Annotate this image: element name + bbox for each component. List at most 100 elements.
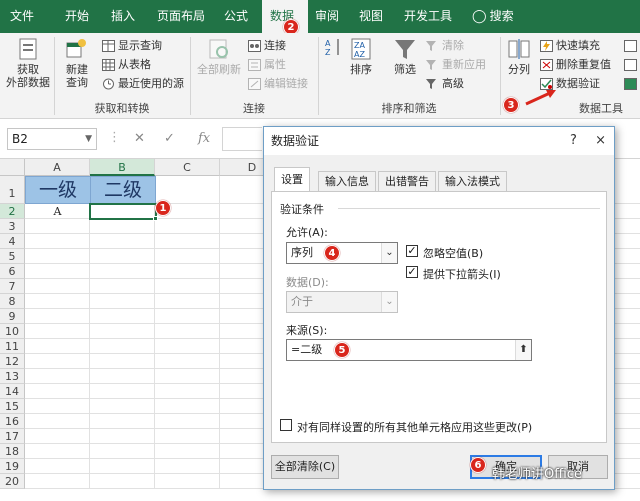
watermark-text: 韩老师讲Office <box>492 467 582 482</box>
formula-input[interactable] <box>222 127 262 151</box>
grid-column-line <box>219 176 220 489</box>
source-input[interactable]: =二级 ⬆ <box>286 339 532 361</box>
row-header[interactable]: 17 <box>0 429 25 444</box>
tab-home[interactable]: 开始 <box>65 0 89 33</box>
refresh-icon <box>209 39 228 59</box>
cell-a2[interactable]: A <box>25 204 90 219</box>
get-external-data-button[interactable]: 获取 外部数据 <box>6 37 50 89</box>
from-table-label: 从表格 <box>118 58 151 71</box>
data-validation-dialog: 数据验证 ? × 设置 输入信息 出错警告 输入法模式 验证条件 允许(A): … <box>263 126 615 490</box>
step-badge-4: 4 <box>324 245 340 261</box>
collapse-dialog-icon[interactable]: ⬆ <box>515 340 531 360</box>
row-header[interactable]: 1 <box>0 176 25 204</box>
properties-button[interactable]: 属性 <box>248 57 286 73</box>
data-model-icon-clipped[interactable] <box>624 76 640 92</box>
row-header[interactable]: 20 <box>0 474 25 489</box>
tell-me-search[interactable]: ◯ 搜索 <box>472 0 514 33</box>
column-header-a[interactable]: A <box>25 159 90 176</box>
row-header[interactable]: 8 <box>0 294 25 309</box>
relationships-icon-clipped[interactable] <box>624 57 640 73</box>
ignore-blank-checkbox[interactable]: ✓ <box>406 245 418 257</box>
row-header[interactable]: 7 <box>0 279 25 294</box>
new-query-icon <box>66 39 86 58</box>
text-to-columns-button[interactable]: 分列 <box>504 37 534 76</box>
tab-review[interactable]: 审阅 <box>315 0 339 33</box>
allow-select[interactable]: 序列 ⌄ <box>286 242 398 264</box>
row-header[interactable]: 15 <box>0 399 25 414</box>
insert-function-button[interactable]: fx <box>198 131 210 146</box>
refresh-all-button[interactable]: 全部刷新 <box>195 37 243 76</box>
recent-sources-button[interactable]: 最近使用的源 <box>102 76 184 92</box>
data-operator-value: 介于 <box>291 295 313 308</box>
row-header[interactable]: 14 <box>0 384 25 399</box>
row-header[interactable]: 5 <box>0 249 25 264</box>
filter-button[interactable]: 筛选 <box>388 37 422 76</box>
relationships-icon <box>624 59 637 71</box>
connections-button[interactable]: 连接 <box>248 38 286 54</box>
new-query-button[interactable]: 新建 查询 <box>60 37 94 89</box>
dialog-tab-input-message[interactable]: 输入信息 <box>318 171 376 191</box>
apply-to-all-label: 对有同样设置的所有其他单元格应用这些更改(P) <box>297 421 533 434</box>
table-icon <box>102 40 115 52</box>
in-cell-dropdown-checkbox[interactable]: ✓ <box>406 266 418 278</box>
tab-formulas[interactable]: 公式 <box>224 0 248 33</box>
tab-insert[interactable]: 插入 <box>111 0 135 33</box>
apply-to-all-checkbox[interactable] <box>280 419 292 431</box>
source-input-value: =二级 <box>291 343 323 356</box>
link-icon <box>248 40 261 52</box>
close-button[interactable]: × <box>595 133 606 148</box>
consolidate-icon-clipped[interactable] <box>624 38 640 54</box>
from-table-button[interactable]: 从表格 <box>102 57 151 73</box>
tab-page-layout[interactable]: 页面布局 <box>157 0 205 33</box>
chevron-down-icon: ⌄ <box>381 243 397 263</box>
sort-button[interactable]: ZA AZ 排序 <box>343 37 379 76</box>
cell-b2-selected[interactable] <box>89 203 157 220</box>
row-header[interactable]: 10 <box>0 324 25 339</box>
confirm-entry-icon[interactable]: ✓ <box>164 131 175 146</box>
fill-handle[interactable] <box>153 216 158 221</box>
dialog-tab-ime-mode[interactable]: 输入法模式 <box>438 171 507 191</box>
clear-all-button[interactable]: 全部清除(C) <box>271 455 339 479</box>
lightbulb-icon: ◯ <box>472 9 487 24</box>
row-header[interactable]: 19 <box>0 459 25 474</box>
row-header[interactable]: 12 <box>0 354 25 369</box>
remove-duplicates-button[interactable]: 删除重复值 <box>540 57 611 73</box>
step-badge-3: 3 <box>503 97 519 113</box>
data-operator-select[interactable]: 介于 ⌄ <box>286 291 398 313</box>
advanced-filter-button[interactable]: 高级 <box>426 76 464 92</box>
help-button[interactable]: ? <box>570 133 577 148</box>
row-header[interactable]: 6 <box>0 264 25 279</box>
name-box[interactable]: B2 ▼ <box>7 128 97 150</box>
clear-filter-button[interactable]: 清除 <box>426 38 464 54</box>
row-header[interactable]: 2 <box>0 204 25 219</box>
data-model-icon <box>624 78 637 90</box>
ignore-blank-label: 忽略空值(B) <box>423 247 484 260</box>
select-all-corner[interactable] <box>0 159 25 176</box>
cancel-entry-icon[interactable]: ✕ <box>134 131 145 146</box>
cell-a1[interactable]: 一级 <box>25 176 91 204</box>
row-header[interactable]: 4 <box>0 234 25 249</box>
flash-fill-button[interactable]: 快速填充 <box>540 38 600 54</box>
new-query-label: 新建 查询 <box>66 63 88 89</box>
tab-developer[interactable]: 开发工具 <box>404 0 452 33</box>
row-header[interactable]: 18 <box>0 444 25 459</box>
dialog-tab-settings[interactable]: 设置 <box>274 167 310 192</box>
row-header[interactable]: 9 <box>0 309 25 324</box>
sort-label: 排序 <box>350 63 372 76</box>
column-header-b[interactable]: B <box>90 159 155 176</box>
tab-view[interactable]: 视图 <box>359 0 383 33</box>
row-header[interactable]: 3 <box>0 219 25 234</box>
row-header[interactable]: 16 <box>0 414 25 429</box>
dialog-tab-error-alert[interactable]: 出错警告 <box>378 171 436 191</box>
sort-az-button[interactable]: AZ <box>323 37 345 59</box>
cell-b1[interactable]: 二级 <box>90 176 156 204</box>
edit-links-button[interactable]: 编辑链接 <box>248 76 308 92</box>
remove-duplicates-label: 删除重复值 <box>556 58 611 71</box>
row-header[interactable]: 13 <box>0 369 25 384</box>
row-header[interactable]: 11 <box>0 339 25 354</box>
column-header-c[interactable]: C <box>155 159 220 176</box>
reapply-button[interactable]: 重新应用 <box>426 57 486 73</box>
in-cell-dropdown-label: 提供下拉箭头(I) <box>423 268 501 281</box>
tab-file[interactable]: 文件 <box>10 0 34 33</box>
show-queries-button[interactable]: 显示查询 <box>102 38 162 54</box>
